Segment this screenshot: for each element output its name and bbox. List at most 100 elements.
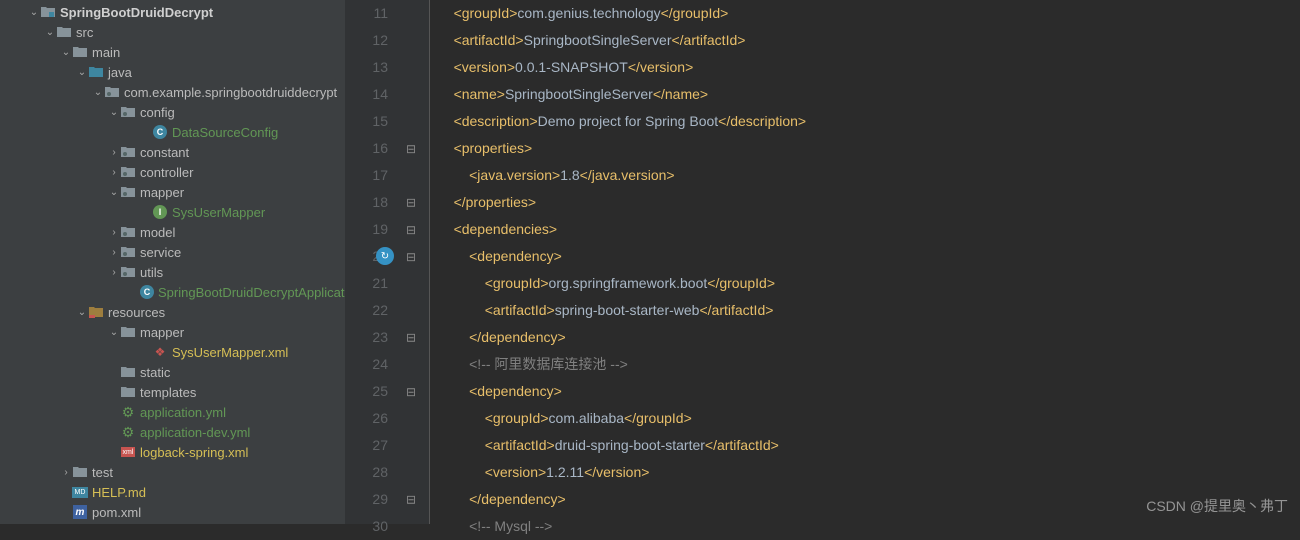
- tree-item[interactable]: ⌄mapper: [0, 182, 345, 202]
- pkg-icon: [104, 84, 120, 100]
- tree-label: config: [140, 105, 175, 120]
- code-line[interactable]: <name>SpringbootSingleServer</name>: [438, 81, 1300, 108]
- tree-label: application-dev.yml: [140, 425, 250, 440]
- line-number: 17: [345, 162, 388, 189]
- tree-item[interactable]: ›model: [0, 222, 345, 242]
- fold-icon[interactable]: ⊟: [406, 223, 416, 237]
- line-number: 23: [345, 324, 388, 351]
- tree-item[interactable]: ❖SysUserMapper.xml: [0, 342, 345, 362]
- tree-label: static: [140, 365, 170, 380]
- code-line[interactable]: <!-- Mysql -->: [438, 513, 1300, 540]
- code-line[interactable]: <artifactId>SpringbootSingleServer</arti…: [438, 27, 1300, 54]
- class-icon: C: [152, 124, 168, 140]
- tree-item[interactable]: ⚙application.yml: [0, 402, 345, 422]
- chevron-right-icon[interactable]: ›: [108, 247, 120, 258]
- chevron-down-icon[interactable]: ⌄: [92, 87, 104, 98]
- chevron-right-icon[interactable]: ›: [108, 147, 120, 158]
- chevron-right-icon[interactable]: ›: [108, 227, 120, 238]
- code-line[interactable]: <groupId>org.springframework.boot</group…: [438, 270, 1300, 297]
- dependency-reload-icon[interactable]: ↻: [376, 247, 394, 265]
- pkg-icon: [120, 104, 136, 120]
- tree-item[interactable]: ⌄main: [0, 42, 345, 62]
- chevron-right-icon[interactable]: ›: [60, 467, 72, 478]
- tree-item[interactable]: CDataSourceConfig: [0, 122, 345, 142]
- chevron-right-icon[interactable]: ›: [108, 267, 120, 278]
- fold-gutter[interactable]: ⊟⊟⊟⊟↻⊟⊟⊟: [400, 0, 430, 524]
- tree-item[interactable]: ⌄ src: [0, 22, 345, 42]
- folder-icon: [72, 44, 88, 60]
- tree-label: HELP.md: [92, 485, 146, 500]
- tree-item[interactable]: xmllogback-spring.xml: [0, 442, 345, 462]
- fold-icon[interactable]: ⊟: [406, 385, 416, 399]
- tree-item[interactable]: m pom.xml: [0, 502, 345, 522]
- tree-label: src: [76, 25, 93, 40]
- code-line[interactable]: <artifactId>druid-spring-boot-starter</a…: [438, 432, 1300, 459]
- chevron-down-icon[interactable]: ⌄: [44, 27, 56, 38]
- line-number: 19: [345, 216, 388, 243]
- class-icon: C: [140, 284, 154, 300]
- code-line[interactable]: <groupId>com.alibaba</groupId>: [438, 405, 1300, 432]
- code-editor[interactable]: 1112131415161718192021222324252627282930…: [345, 0, 1300, 524]
- line-number: 14: [345, 81, 388, 108]
- xml-icon: ❖: [152, 344, 168, 360]
- tree-label: test: [92, 465, 113, 480]
- code-line[interactable]: </dependency>: [438, 324, 1300, 351]
- code-line[interactable]: <groupId>com.genius.technology</groupId>: [438, 0, 1300, 27]
- code-line[interactable]: <dependency>: [438, 243, 1300, 270]
- fold-icon[interactable]: ⊟: [406, 250, 416, 264]
- folder-icon: [56, 24, 72, 40]
- code-line[interactable]: <dependency>: [438, 378, 1300, 405]
- tree-item[interactable]: CSpringBootDruidDecryptApplication: [0, 282, 345, 302]
- pkg-icon: [120, 184, 136, 200]
- chevron-down-icon[interactable]: ⌄: [76, 67, 88, 78]
- tree-item[interactable]: ⌄ config: [0, 102, 345, 122]
- tree-item[interactable]: static: [0, 362, 345, 382]
- tree-item[interactable]: templates: [0, 382, 345, 402]
- watermark: CSDN @提里奥丶弗丁: [1146, 496, 1288, 516]
- tree-item[interactable]: ›controller: [0, 162, 345, 182]
- tree-label: templates: [140, 385, 196, 400]
- fold-icon[interactable]: ⊟: [406, 142, 416, 156]
- project-tree[interactable]: ⌄SpringBootDruidDecrypt⌄src⌄main⌄java⌄co…: [0, 0, 345, 524]
- md-icon: MD: [72, 484, 88, 500]
- maven-icon: m: [72, 504, 88, 520]
- chevron-down-icon[interactable]: ⌄: [60, 47, 72, 58]
- line-number: 25: [345, 378, 388, 405]
- tree-item[interactable]: ›constant: [0, 142, 345, 162]
- folder-icon: [72, 464, 88, 480]
- code-line[interactable]: <!-- 阿里数据库连接池 -->: [438, 351, 1300, 378]
- code-line[interactable]: <description>Demo project for Spring Boo…: [438, 108, 1300, 135]
- fold-icon[interactable]: ⊟: [406, 331, 416, 345]
- chevron-right-icon[interactable]: ›: [108, 167, 120, 178]
- tree-item[interactable]: ⌄java: [0, 62, 345, 82]
- line-number: 22: [345, 297, 388, 324]
- code-line[interactable]: </properties>: [438, 189, 1300, 216]
- tree-label: SpringBootDruidDecrypt: [60, 5, 213, 20]
- code-line[interactable]: <dependencies>: [438, 216, 1300, 243]
- chevron-down-icon[interactable]: ⌄: [108, 187, 120, 198]
- code-line[interactable]: <version>1.2.11</version>: [438, 459, 1300, 486]
- code-line[interactable]: <version>0.0.1-SNAPSHOT</version>: [438, 54, 1300, 81]
- fold-icon[interactable]: ⊟: [406, 493, 416, 507]
- resfolder-icon: [88, 304, 104, 320]
- tree-label: pom.xml: [92, 505, 141, 520]
- code-area[interactable]: <groupId>com.genius.technology</groupId>…: [430, 0, 1300, 524]
- chevron-down-icon[interactable]: ⌄: [76, 307, 88, 318]
- tree-item[interactable]: ⌄ SpringBootDruidDecrypt: [0, 2, 345, 22]
- tree-item[interactable]: ›service: [0, 242, 345, 262]
- tree-item[interactable]: ⌄com.example.springbootdruiddecrypt: [0, 82, 345, 102]
- tree-item[interactable]: ISysUserMapper: [0, 202, 345, 222]
- tree-item[interactable]: ›utils: [0, 262, 345, 282]
- chevron-down-icon[interactable]: ⌄: [108, 107, 120, 118]
- fold-icon[interactable]: ⊟: [406, 196, 416, 210]
- code-line[interactable]: <properties>: [438, 135, 1300, 162]
- tree-item[interactable]: MD HELP.md: [0, 482, 345, 502]
- code-line[interactable]: <artifactId>spring-boot-starter-web</art…: [438, 297, 1300, 324]
- tree-item[interactable]: ⌄resources: [0, 302, 345, 322]
- tree-item[interactable]: ⌄mapper: [0, 322, 345, 342]
- tree-item[interactable]: › test: [0, 462, 345, 482]
- chevron-down-icon[interactable]: ⌄: [108, 327, 120, 338]
- code-line[interactable]: <java.version>1.8</java.version>: [438, 162, 1300, 189]
- tree-item[interactable]: ⚙application-dev.yml: [0, 422, 345, 442]
- chevron-down-icon[interactable]: ⌄: [28, 7, 40, 18]
